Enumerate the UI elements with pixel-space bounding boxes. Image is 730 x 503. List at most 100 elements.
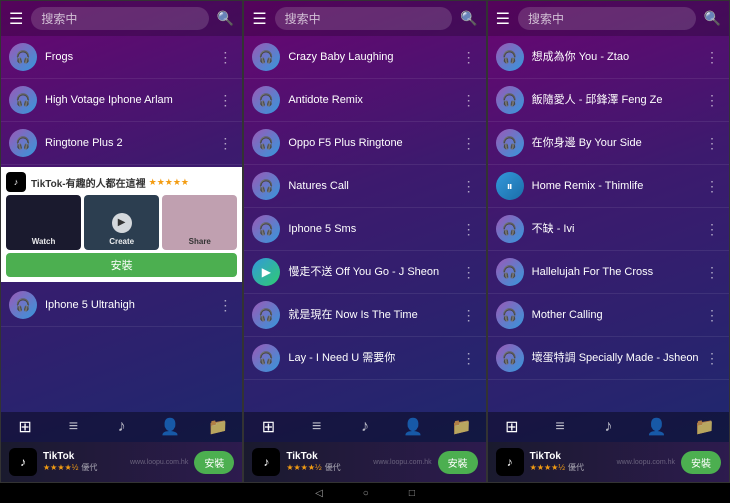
song-item[interactable]: 🎧 想成為你 You - Ztao ⋮ <box>488 36 729 79</box>
nav-item-1[interactable]: ≡ <box>536 417 584 437</box>
song-title: Mother Calling <box>532 308 703 322</box>
song-more-button[interactable]: ⋮ <box>216 135 234 152</box>
song-title: 想成為你 You - Ztao <box>532 50 703 64</box>
bottom-nav-2: ⊞≡♪👤📁 <box>244 412 485 442</box>
song-title: 不缺 - Ivi <box>532 222 703 236</box>
song-more-button[interactable]: ⋮ <box>460 350 478 367</box>
song-icon: ⏸ <box>496 172 524 200</box>
menu-icon-3[interactable]: ☰ <box>496 9 510 29</box>
song-more-button[interactable]: ⋮ <box>460 221 478 238</box>
song-item[interactable]: 🎧 Iphone 5 Ultrahigh ⋮ <box>1 284 242 327</box>
song-item[interactable]: 🎧 High Votage Iphone Arlam ⋮ <box>1 79 242 122</box>
screen-header-3: ☰ 搜索中 🔍 <box>488 1 729 36</box>
nav-item-0[interactable]: ⊞ <box>488 417 536 437</box>
nav-item-4[interactable]: 📁 <box>681 417 729 437</box>
song-item[interactable]: 🎧 不缺 - Ivi ⋮ <box>488 208 729 251</box>
song-more-button[interactable]: ⋮ <box>703 135 721 152</box>
song-more-button[interactable]: ⋮ <box>460 307 478 324</box>
song-more-button[interactable]: ⋮ <box>703 264 721 281</box>
song-title: 慢走不送 Off You Go - J Sheon <box>288 265 459 279</box>
search-icon-3[interactable]: 🔍 <box>704 10 721 27</box>
menu-icon-2[interactable]: ☰ <box>252 9 266 29</box>
song-more-button[interactable]: ⋮ <box>460 178 478 195</box>
song-icon: 🎧 <box>252 172 280 200</box>
song-more-button[interactable]: ⋮ <box>703 221 721 238</box>
ad-image-watch: Watch <box>6 195 81 250</box>
song-more-button[interactable]: ⋮ <box>460 92 478 109</box>
song-item[interactable]: 🎧 Frogs ⋮ <box>1 36 242 79</box>
screens-container: ☰ 搜索中 🔍 🎧 Frogs ⋮ 🎧 High Votage Iphone A… <box>0 0 730 483</box>
song-more-button[interactable]: ⋮ <box>216 49 234 66</box>
search-bar-1[interactable]: 搜索中 <box>31 7 209 30</box>
tiktok-install-button[interactable]: 安裝 <box>681 451 721 474</box>
song-item[interactable]: 🎧 Natures Call ⋮ <box>244 165 485 208</box>
tiktok-install-button[interactable]: 安裝 <box>438 451 478 474</box>
song-item[interactable]: 🎧 Mother Calling ⋮ <box>488 294 729 337</box>
nav-item-3[interactable]: 👤 <box>632 417 680 437</box>
song-icon: 🎧 <box>9 291 37 319</box>
phone-screen-1: ☰ 搜索中 🔍 🎧 Frogs ⋮ 🎧 High Votage Iphone A… <box>0 0 243 483</box>
song-list-2: 🎧 Crazy Baby Laughing ⋮ 🎧 Antidote Remix… <box>244 36 485 412</box>
tiktok-stars: ★★★★½ <box>43 463 78 472</box>
tiktok-ad-bar-2: ♪ TikTok ★★★★½ 優代 www.loopu.com.hk 安裝 <box>244 442 485 482</box>
song-more-button[interactable]: ⋮ <box>460 264 478 281</box>
nav-item-2[interactable]: ♪ <box>584 417 632 437</box>
song-more-button[interactable]: ⋮ <box>703 350 721 367</box>
song-title: 壞蛋特調 Specially Made - Jsheon <box>532 351 703 365</box>
song-item[interactable]: 🎧 Antidote Remix ⋮ <box>244 79 485 122</box>
nav-item-0[interactable]: ⊞ <box>244 417 292 437</box>
search-icon-2[interactable]: 🔍 <box>460 10 477 27</box>
tiktok-install-button[interactable]: 安裝 <box>194 451 234 474</box>
bottom-nav-3: ⊞≡♪👤📁 <box>488 412 729 442</box>
song-icon: 🎧 <box>496 301 524 329</box>
song-more-button[interactable]: ⋮ <box>216 92 234 109</box>
song-item[interactable]: 🎧 Iphone 5 Sms ⋮ <box>244 208 485 251</box>
tiktok-rating-text: 優代 <box>325 462 341 473</box>
song-more-button[interactable]: ⋮ <box>703 92 721 109</box>
search-icon-1[interactable]: 🔍 <box>217 10 234 27</box>
song-more-button[interactable]: ⋮ <box>216 297 234 314</box>
play-button-ad[interactable]: ▶ <box>112 213 132 233</box>
song-more-button[interactable]: ⋮ <box>703 178 721 195</box>
song-more-button[interactable]: ⋮ <box>703 307 721 324</box>
song-item[interactable]: 🎧 在你身邊 By Your Side ⋮ <box>488 122 729 165</box>
song-item[interactable]: 🎧 Ringtone Plus 2 ⋮ <box>1 122 242 165</box>
nav-item-2[interactable]: ♪ <box>341 417 389 437</box>
nav-item-3[interactable]: 👤 <box>146 417 194 437</box>
nav-item-4[interactable]: 📁 <box>437 417 485 437</box>
song-icon: 🎧 <box>496 258 524 286</box>
nav-item-4[interactable]: 📁 <box>194 417 242 437</box>
nav-item-1[interactable]: ≡ <box>49 417 97 437</box>
song-item[interactable]: 🎧 Oppo F5 Plus Ringtone ⋮ <box>244 122 485 165</box>
song-item[interactable]: 🎧 飯隨愛人 - 邱鋒澤 Feng Ze ⋮ <box>488 79 729 122</box>
phone-screen-2: ☰ 搜索中 🔍 🎧 Crazy Baby Laughing ⋮ 🎧 Antido… <box>243 0 486 483</box>
song-item[interactable]: 🎧 壞蛋特調 Specially Made - Jsheon ⋮ <box>488 337 729 380</box>
back-button[interactable]: ◁ <box>315 488 323 499</box>
song-icon: 🎧 <box>496 43 524 71</box>
ad-install-button[interactable]: 安裝 <box>6 253 237 277</box>
tiktok-rating: ★★★★½ 優代 <box>286 462 367 473</box>
song-item[interactable]: ⏸ Home Remix - Thimlife ⋮ <box>488 165 729 208</box>
song-item[interactable]: ▶ 慢走不送 Off You Go - J Sheon ⋮ <box>244 251 485 294</box>
ad-header: ♪ TikTok-有趣的人都在這裡 ★★★★★ <box>6 172 237 192</box>
recent-button[interactable]: □ <box>409 488 415 499</box>
song-item[interactable]: 🎧 Lay - I Need U 需要你 ⋮ <box>244 337 485 380</box>
home-button[interactable]: ○ <box>363 488 369 499</box>
search-bar-2[interactable]: 搜索中 <box>275 7 453 30</box>
nav-item-1[interactable]: ≡ <box>293 417 341 437</box>
tiktok-name: TikTok <box>530 451 611 462</box>
nav-item-3[interactable]: 👤 <box>389 417 437 437</box>
song-item[interactable]: 🎧 就是現在 Now Is The Time ⋮ <box>244 294 485 337</box>
song-list-1: 🎧 Frogs ⋮ 🎧 High Votage Iphone Arlam ⋮ 🎧… <box>1 36 242 412</box>
song-item[interactable]: 🎧 Hallelujah For The Cross ⋮ <box>488 251 729 294</box>
song-item[interactable]: 🎧 Crazy Baby Laughing ⋮ <box>244 36 485 79</box>
menu-icon-1[interactable]: ☰ <box>9 9 23 29</box>
song-icon: 🎧 <box>252 215 280 243</box>
nav-item-0[interactable]: ⊞ <box>1 417 49 437</box>
song-more-button[interactable]: ⋮ <box>460 49 478 66</box>
song-more-button[interactable]: ⋮ <box>703 49 721 66</box>
song-more-button[interactable]: ⋮ <box>460 135 478 152</box>
tiktok-icon: ♪ <box>9 448 37 476</box>
search-bar-3[interactable]: 搜索中 <box>518 7 696 30</box>
nav-item-2[interactable]: ♪ <box>98 417 146 437</box>
